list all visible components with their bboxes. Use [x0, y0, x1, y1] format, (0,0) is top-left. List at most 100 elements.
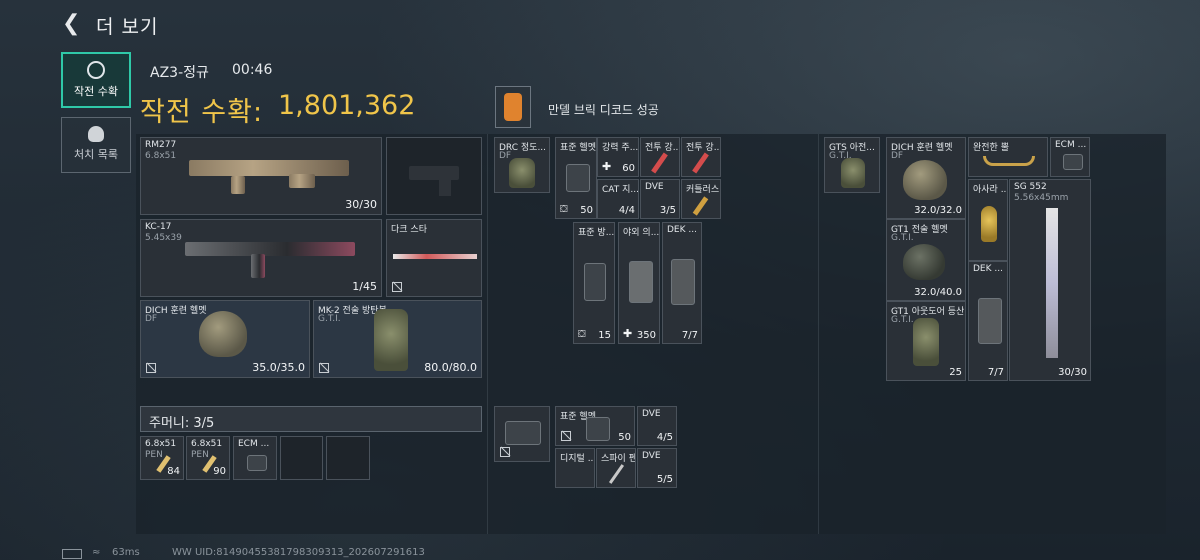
rifle-grip: [231, 176, 245, 194]
rig-slot[interactable]: DRC 정도... DF: [494, 137, 550, 193]
item-sub: DF: [891, 151, 904, 161]
item-image: [903, 160, 947, 200]
armor-durability: 80.0/80.0: [424, 361, 477, 374]
pouch-empty-slot[interactable]: [326, 436, 370, 480]
item-sub: PEN: [145, 450, 163, 460]
backpack-item[interactable]: 전투 강...: [640, 137, 680, 177]
item-image: [671, 259, 695, 305]
case-slot[interactable]: [494, 406, 550, 462]
item-value: 7/7: [987, 367, 1004, 378]
smg-mag: [251, 254, 265, 278]
stash-item[interactable]: DEK ... 7/7: [968, 261, 1008, 381]
syringe-icon: [692, 152, 709, 174]
item-image: [586, 417, 610, 441]
item-name: 커틀러스: [686, 185, 720, 195]
backpack-item[interactable]: 표준 헬멧... ⛋ 50: [555, 137, 597, 219]
backpack-item[interactable]: 표준 방... ⛋ 15: [573, 222, 615, 344]
backpack-item[interactable]: 스파이 펜: [596, 448, 636, 488]
backpack-item[interactable]: 커틀러스: [681, 179, 721, 219]
pouch-item[interactable]: 6.8x51 PEN 84: [140, 436, 184, 480]
divider: [487, 134, 488, 534]
pouch-empty-slot[interactable]: [280, 436, 323, 480]
item-sub: G.T.I.: [891, 233, 914, 243]
helmet-slot[interactable]: DICH 훈련 헬멧 DF 35.0/35.0: [140, 300, 310, 378]
secondary-weapon-slot[interactable]: KC-17 5.45x39 1/45: [140, 219, 382, 297]
item-value: 5/5: [656, 474, 673, 485]
armor-slot[interactable]: MK-2 전술 방탄복 G.T.I. 80.0/80.0: [313, 300, 482, 378]
melee-slot[interactable]: 다크 스타: [386, 219, 482, 297]
secondary-weapon-count: 1/45: [352, 280, 377, 293]
stash-item[interactable]: SG 552 5.56x45mm 30/30: [1009, 179, 1091, 381]
bag-slot[interactable]: GTS 아전... G.T.I.: [824, 137, 880, 193]
melee-name: 다크 스타: [391, 225, 427, 235]
no-insurance-icon: [392, 282, 402, 292]
no-insurance-icon: [500, 447, 510, 457]
item-name: 강력 주...: [602, 143, 639, 153]
nav-kills-button[interactable]: 처치 목록: [61, 117, 131, 173]
primary-weapon-slot[interactable]: RM277 6.8x51 30/30: [140, 137, 382, 215]
backpack-item[interactable]: CAT 지... 4/4: [597, 179, 639, 219]
uid-text: WW UID:81490455381798309313_202607291613: [172, 547, 425, 558]
backpack-item[interactable]: DVE 3/5: [640, 179, 680, 219]
backpack-item[interactable]: DVE 5/5: [637, 448, 677, 488]
knife-icon: [692, 196, 709, 216]
item-name: 6.8x51: [191, 439, 223, 449]
harvest-icon: [87, 61, 105, 79]
item-name: DEK ...: [973, 264, 1003, 274]
item-name: 전투 강...: [686, 143, 721, 153]
item-name: DVE: [645, 182, 664, 192]
item-image: [584, 263, 606, 301]
item-name: ECM ...: [1055, 140, 1087, 150]
divider: [818, 134, 819, 534]
backpack-item[interactable]: 강력 주... ✚ 60: [597, 137, 639, 177]
helmet-maker: DF: [145, 314, 158, 324]
helmet-image: [199, 311, 247, 357]
item-value: 50: [618, 432, 631, 443]
backpack-item[interactable]: 표준 헬멧... 50: [555, 406, 635, 446]
nav-harvest-label: 작전 수확: [74, 85, 118, 98]
pouch-header: 주머니: 3/5: [140, 406, 482, 432]
item-image: [913, 318, 939, 366]
rifle-image: [189, 160, 349, 176]
item-value: 3/5: [659, 205, 676, 216]
nav-harvest-button[interactable]: 작전 수확: [61, 52, 131, 108]
secondary-weapon-ammo: 5.45x39: [145, 233, 182, 243]
syringe-icon: [651, 152, 668, 174]
heal-icon: ✚: [602, 160, 612, 173]
item-name: 6.8x51: [145, 439, 177, 449]
item-sub: 5.56x45mm: [1014, 193, 1069, 203]
wifi-icon: ≈: [92, 547, 101, 558]
stash-item[interactable]: 아사라 ...: [968, 179, 1008, 261]
item-image: [978, 298, 1002, 344]
stash-item[interactable]: DICH 훈련 헬멧 DF 32.0/32.0: [886, 137, 966, 219]
case-image: [505, 421, 541, 445]
backpack-item[interactable]: 야외 의... ✚ 350: [618, 222, 660, 344]
teapot-image: [981, 206, 997, 242]
backpack-item[interactable]: DEK ... 7/7: [662, 222, 702, 344]
backpack-item[interactable]: 디지털 ...: [555, 448, 595, 488]
stash-item[interactable]: 완전한 뿔: [968, 137, 1048, 177]
item-name: 완전한 뿔: [973, 143, 1009, 153]
primary-weapon-name: RM277: [145, 140, 177, 150]
item-value: 30/30: [1058, 367, 1087, 378]
stash-item[interactable]: GT1 아웃도어 등산... G.T.I. 25: [886, 301, 966, 381]
backpack-item[interactable]: DVE 4/5: [637, 406, 677, 446]
item-value: 50: [580, 205, 593, 216]
armor-maker: G.T.I.: [318, 314, 341, 324]
stash-item[interactable]: ECM ...: [1050, 137, 1090, 177]
decode-icon: [495, 86, 531, 128]
pouch-label: 주머니: 3/5: [149, 416, 215, 431]
item-value: 350: [636, 330, 656, 341]
shield-icon: ⛋: [560, 204, 568, 215]
item-value: 60: [622, 163, 635, 174]
smg-image: [185, 242, 355, 256]
pouch-item[interactable]: ECM ...: [233, 436, 277, 480]
stash-item[interactable]: GT1 전술 헬멧 G.T.I. 32.0/40.0: [886, 219, 966, 301]
back-arrow-icon[interactable]: ❮: [62, 12, 84, 36]
sidearm-slot[interactable]: [386, 137, 482, 215]
primary-weapon-count: 30/30: [345, 198, 377, 211]
backpack-item[interactable]: 전투 강...: [681, 137, 721, 177]
skull-icon: [88, 126, 104, 142]
pouch-item[interactable]: 6.8x51 PEN 90: [186, 436, 230, 480]
armor-image: [374, 309, 408, 371]
